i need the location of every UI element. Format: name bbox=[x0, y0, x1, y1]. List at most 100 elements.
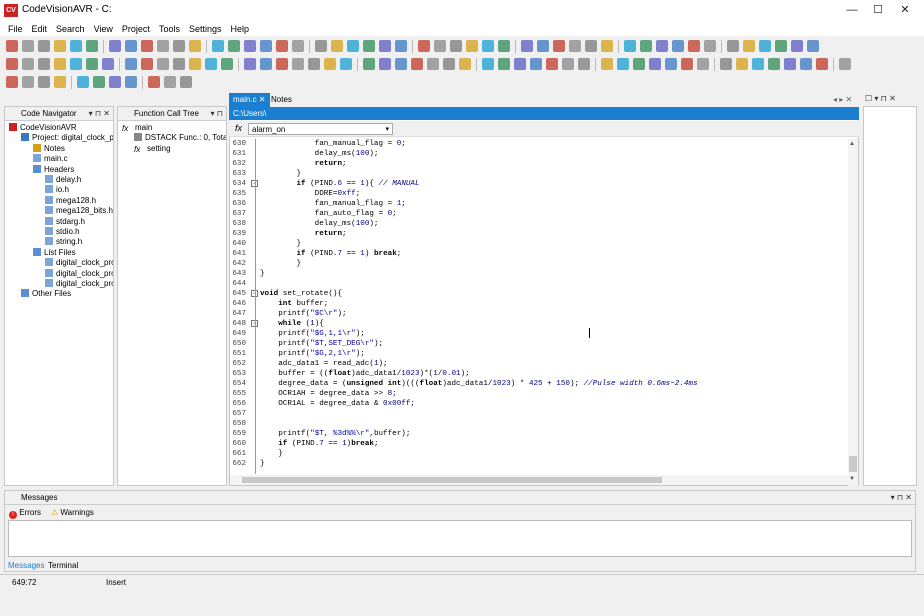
menu-project[interactable]: Project bbox=[122, 24, 150, 34]
toolbar-button-icon[interactable] bbox=[681, 58, 693, 70]
toolbar-button-icon[interactable] bbox=[363, 40, 375, 52]
toolbar-button-icon[interactable] bbox=[521, 40, 533, 52]
code-line[interactable]: 655 OCR1AH = degree_data >> 8; bbox=[230, 389, 848, 399]
code-line[interactable]: 656 OCR1AL = degree_data & 0x00ff; bbox=[230, 399, 848, 409]
toolbar-button-icon[interactable] bbox=[205, 58, 217, 70]
toolbar-button-icon[interactable] bbox=[38, 76, 50, 88]
toolbar-button-icon[interactable] bbox=[688, 40, 700, 52]
toolbar-button-icon[interactable] bbox=[189, 58, 201, 70]
toolbar-button-icon[interactable] bbox=[6, 58, 18, 70]
toolbar-button-icon[interactable] bbox=[775, 40, 787, 52]
toolbar-button-icon[interactable] bbox=[727, 40, 739, 52]
toolbar-button-icon[interactable] bbox=[324, 58, 336, 70]
toolbar-button-icon[interactable] bbox=[109, 40, 121, 52]
tree-item[interactable]: mega128.h bbox=[45, 195, 96, 206]
toolbar-button-icon[interactable] bbox=[633, 58, 645, 70]
toolbar-button-icon[interactable] bbox=[38, 58, 50, 70]
toolbar-button-icon[interactable] bbox=[537, 40, 549, 52]
tree-item[interactable]: string.h bbox=[45, 237, 82, 247]
tab-nav-arrows-icon[interactable]: ◂ ▸ ✕ bbox=[829, 93, 856, 107]
toolbar-button-icon[interactable] bbox=[816, 58, 828, 70]
toolbar-button-icon[interactable] bbox=[173, 40, 185, 52]
tree-item[interactable]: stdio.h bbox=[45, 227, 80, 237]
panel-controls-icon[interactable]: ▾ ⊓ ✕ bbox=[89, 107, 110, 120]
code-line[interactable]: 657 bbox=[230, 409, 848, 419]
tab-notes[interactable]: Notes bbox=[267, 93, 296, 107]
toolbar-button-icon[interactable] bbox=[276, 58, 288, 70]
toolbar-button-icon[interactable] bbox=[379, 58, 391, 70]
tab-warnings[interactable]: ⚠ Warnings bbox=[51, 507, 94, 519]
toolbar-button-icon[interactable] bbox=[6, 40, 18, 52]
toolbar-button-icon[interactable] bbox=[585, 40, 597, 52]
tree-item[interactable]: mega128_bits.h bbox=[45, 206, 113, 216]
toolbar-button-icon[interactable] bbox=[434, 40, 446, 52]
toolbar-button-icon[interactable] bbox=[482, 40, 494, 52]
toolbar-button-icon[interactable] bbox=[157, 40, 169, 52]
toolbar-button-icon[interactable] bbox=[221, 58, 233, 70]
toolbar-button-icon[interactable] bbox=[649, 58, 661, 70]
toolbar-button-icon[interactable] bbox=[70, 40, 82, 52]
code-line[interactable]: 651 printf("$G,2,1\r"); bbox=[230, 349, 848, 359]
tree-item[interactable]: digital_clock_pro bbox=[45, 279, 113, 289]
toolbar-button-icon[interactable] bbox=[578, 58, 590, 70]
toolbar-button-icon[interactable] bbox=[308, 58, 320, 70]
toolbar-button-icon[interactable] bbox=[86, 40, 98, 52]
toolbar-button-icon[interactable] bbox=[141, 58, 153, 70]
toolbar-button-icon[interactable] bbox=[54, 58, 66, 70]
code-line[interactable]: 658 bbox=[230, 419, 848, 429]
call-tree-item[interactable]: fx setting bbox=[134, 144, 171, 154]
toolbar-button-icon[interactable] bbox=[395, 40, 407, 52]
call-tree-item[interactable]: DSTACK Func.: 0, Tota bbox=[134, 133, 226, 143]
tree-item[interactable]: Headers bbox=[33, 164, 74, 175]
toolbar-button-icon[interactable] bbox=[569, 40, 581, 52]
toolbar-button-icon[interactable] bbox=[180, 76, 192, 88]
toolbar-button-icon[interactable] bbox=[395, 58, 407, 70]
menu-settings[interactable]: Settings bbox=[189, 24, 222, 34]
toolbar-button-icon[interactable] bbox=[340, 58, 352, 70]
toolbar-button-icon[interactable] bbox=[22, 40, 34, 52]
code-line[interactable]: 660 if (PIND.7 == 1)break; bbox=[230, 439, 848, 449]
menu-file[interactable]: File bbox=[8, 24, 23, 34]
toolbar-button-icon[interactable] bbox=[839, 58, 851, 70]
tree-item[interactable]: List Files bbox=[33, 247, 76, 258]
tab-messages[interactable]: Messages bbox=[8, 561, 44, 570]
toolbar-button-icon[interactable] bbox=[530, 58, 542, 70]
code-line[interactable]: 654 degree_data = (unsigned int)(((float… bbox=[230, 379, 848, 389]
menu-tools[interactable]: Tools bbox=[159, 24, 180, 34]
code-line[interactable]: 646 int buffer; bbox=[230, 299, 848, 309]
toolbar-button-icon[interactable] bbox=[70, 58, 82, 70]
toolbar-button-icon[interactable] bbox=[77, 76, 89, 88]
code-line[interactable]: 650 printf("$T,SET_DEG\r"); bbox=[230, 339, 848, 349]
toolbar-button-icon[interactable] bbox=[6, 76, 18, 88]
code-line[interactable]: 649 printf("$G,1,1\r"); bbox=[230, 329, 848, 339]
tree-item[interactable]: digital_clock_pro bbox=[45, 258, 113, 268]
toolbar-button-icon[interactable] bbox=[125, 76, 137, 88]
vertical-scrollbar[interactable]: ▲ ▼ bbox=[848, 139, 858, 486]
toolbar-button-icon[interactable] bbox=[244, 40, 256, 52]
scroll-down-icon[interactable]: ▼ bbox=[849, 476, 855, 482]
toolbar-button-icon[interactable] bbox=[347, 40, 359, 52]
toolbar-button-icon[interactable] bbox=[363, 58, 375, 70]
toolbar-button-icon[interactable] bbox=[157, 58, 169, 70]
toolbar-button-icon[interactable] bbox=[260, 58, 272, 70]
code-line[interactable]: 633 } bbox=[230, 169, 848, 179]
toolbar-button-icon[interactable] bbox=[86, 58, 98, 70]
toolbar-button-icon[interactable] bbox=[466, 40, 478, 52]
toolbar-button-icon[interactable] bbox=[212, 40, 224, 52]
toolbar-button-icon[interactable] bbox=[672, 40, 684, 52]
code-line[interactable]: 635 DDRE=0xff; bbox=[230, 189, 848, 199]
toolbar-button-icon[interactable] bbox=[38, 40, 50, 52]
close-tab-icon[interactable]: ✕ bbox=[259, 95, 266, 104]
code-line[interactable]: 647 printf("$C\r"); bbox=[230, 309, 848, 319]
toolbar-button-icon[interactable] bbox=[640, 40, 652, 52]
code-line[interactable]: 652 adc_data1 = read_adc(1); bbox=[230, 359, 848, 369]
toolbar-button-icon[interactable] bbox=[228, 40, 240, 52]
toolbar-button-icon[interactable] bbox=[427, 58, 439, 70]
code-line[interactable]: 661 } bbox=[230, 449, 848, 459]
code-line[interactable]: 636 fan_manual_flag = 1; bbox=[230, 199, 848, 209]
scroll-thumb[interactable] bbox=[849, 456, 857, 472]
code-line[interactable]: 638 delay_ms(100); bbox=[230, 219, 848, 229]
code-line[interactable]: 643} bbox=[230, 269, 848, 279]
toolbar-button-icon[interactable] bbox=[102, 58, 114, 70]
tree-item[interactable]: stdarg.h bbox=[45, 216, 85, 227]
